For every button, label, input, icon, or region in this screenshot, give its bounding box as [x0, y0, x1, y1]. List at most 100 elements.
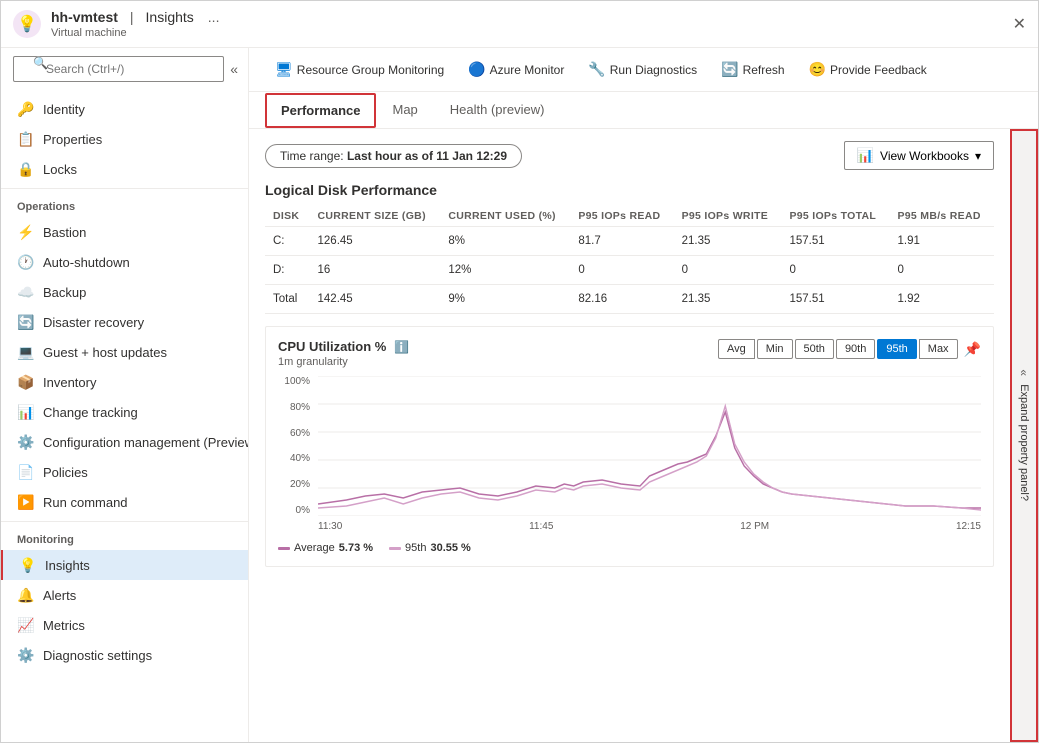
insights-icon: 💡 [19, 556, 37, 574]
sidebar-label-locks: Locks [43, 162, 77, 177]
tab-performance[interactable]: Performance [265, 93, 376, 128]
time-range-label: Time range: [280, 149, 344, 163]
sidebar-item-guest-host[interactable]: 💻 Guest + host updates [1, 337, 248, 367]
sidebar-item-diagnostic-settings[interactable]: ⚙️ Diagnostic settings [1, 640, 248, 670]
refresh-label: Refresh [743, 63, 785, 77]
title-bar: 💡 hh-vmtest | Insights ... Virtual machi… [1, 1, 1038, 48]
identity-icon: 🔑 [17, 100, 35, 118]
col-iops-total: P95 IOPs TOTAL [781, 206, 889, 227]
tab-map[interactable]: Map [376, 92, 433, 129]
tab-map-label: Map [392, 102, 417, 117]
disaster-recovery-icon: 🔄 [17, 313, 35, 331]
search-icon: 🔍 [33, 56, 48, 70]
backup-icon: ☁️ [17, 283, 35, 301]
close-button[interactable]: ✕ [1013, 14, 1026, 34]
provide-feedback-button[interactable]: 😊 Provide Feedback [799, 56, 937, 83]
sidebar-label-properties: Properties [43, 132, 102, 147]
pin-icon[interactable]: 📌 [964, 341, 981, 358]
sidebar-item-properties[interactable]: 📋 Properties [1, 124, 248, 154]
sidebar-item-locks[interactable]: 🔒 Locks [1, 154, 248, 184]
legend-average-label: Average [294, 542, 335, 554]
tab-performance-label: Performance [281, 103, 360, 118]
expand-property-panel-button[interactable]: Expand property panel? « [1010, 129, 1038, 742]
sidebar-label-disaster-recovery: Disaster recovery [43, 315, 144, 330]
disk-section: Logical Disk Performance DISK CURRENT SI… [265, 182, 994, 314]
sidebar-item-alerts[interactable]: 🔔 Alerts [1, 580, 248, 610]
tab-health[interactable]: Health (preview) [434, 92, 561, 129]
section-header-operations: Operations [1, 188, 248, 217]
feedback-label: Provide Feedback [830, 63, 927, 77]
vm-name: hh-vmtest [51, 9, 118, 25]
vm-subtitle: Virtual machine [51, 27, 219, 39]
resource-group-icon: 🖥 [275, 61, 293, 78]
auto-shutdown-icon: 🕐 [17, 253, 35, 271]
toolbar: 🖥 Resource Group Monitoring 🔵 Azure Moni… [249, 48, 1038, 92]
refresh-button[interactable]: 🔄 Refresh [711, 56, 794, 83]
azure-monitor-button[interactable]: 🔵 Azure Monitor [458, 56, 574, 83]
view-workbooks-label: View Workbooks [880, 149, 969, 163]
sidebar-label-run-command: Run command [43, 495, 128, 510]
chart-header: CPU Utilization % ℹ️ 1m granularity Avg … [278, 339, 981, 368]
sidebar-item-config-management[interactable]: ⚙️ Configuration management (Preview) [1, 427, 248, 457]
chart-title: CPU Utilization % ℹ️ [278, 339, 409, 354]
sidebar-item-policies[interactable]: 📄 Policies [1, 457, 248, 487]
sidebar-label-identity: Identity [43, 102, 85, 117]
sidebar-label-policies: Policies [43, 465, 88, 480]
chart-btn-max[interactable]: Max [919, 339, 958, 359]
sidebar-item-identity[interactable]: 🔑 Identity [1, 94, 248, 124]
sidebar-item-change-tracking[interactable]: 📊 Change tracking [1, 397, 248, 427]
chart-btn-avg[interactable]: Avg [718, 339, 755, 359]
chart-btn-90th[interactable]: 90th [836, 339, 875, 359]
legend-95th-dot [389, 547, 401, 550]
page-name: Insights [146, 9, 194, 25]
workbooks-chevron-icon: ▾ [975, 149, 981, 163]
sidebar-search-area: 🔍 « [1, 48, 248, 90]
chart-btn-95th[interactable]: 95th [877, 339, 916, 359]
sidebar-label-config-management: Configuration management (Preview) [43, 435, 248, 450]
run-diagnostics-button[interactable]: 🔧 Run Diagnostics [578, 56, 707, 83]
chart-btn-group: Avg Min 50th 90th 95th Max [718, 339, 958, 359]
resource-group-monitoring-button[interactable]: 🖥 Resource Group Monitoring [265, 56, 454, 83]
disk-table-row: D:1612%0000 [265, 256, 994, 285]
chart-btn-min[interactable]: Min [757, 339, 793, 359]
chart-info-icon[interactable]: ℹ️ [394, 340, 409, 354]
change-tracking-icon: 📊 [17, 403, 35, 421]
expand-panel-label: Expand property panel? [1018, 384, 1030, 501]
sidebar-item-metrics[interactable]: 📈 Metrics [1, 610, 248, 640]
time-range-pill: Time range: Last hour as of 11 Jan 12:29 [265, 144, 522, 168]
sidebar-item-bastion[interactable]: ⚡ Bastion [1, 217, 248, 247]
sidebar-collapse-button[interactable]: « [224, 59, 244, 79]
col-mb-read: P95 MB/s READ [889, 206, 994, 227]
col-iops-read: P95 IOPs READ [570, 206, 673, 227]
cpu-chart-container: CPU Utilization % ℹ️ 1m granularity Avg … [265, 326, 994, 567]
sidebar-item-backup[interactable]: ☁️ Backup [1, 277, 248, 307]
sidebar-label-auto-shutdown: Auto-shutdown [43, 255, 130, 270]
col-disk: DISK [265, 206, 310, 227]
sidebar-item-run-command[interactable]: ▶️ Run command [1, 487, 248, 517]
azure-monitor-label: Azure Monitor [490, 63, 565, 77]
view-workbooks-button[interactable]: 📊 View Workbooks ▾ [844, 141, 994, 170]
run-diagnostics-label: Run Diagnostics [610, 63, 697, 77]
sidebar-item-disaster-recovery[interactable]: 🔄 Disaster recovery [1, 307, 248, 337]
resource-group-label: Resource Group Monitoring [297, 63, 444, 77]
chart-subtitle: 1m granularity [278, 356, 409, 368]
sidebar-item-auto-shutdown[interactable]: 🕐 Auto-shutdown [1, 247, 248, 277]
chart-legend: Average 5.73 % 95th 30.55 % [278, 542, 981, 554]
disk-table-header-row: DISK CURRENT SIZE (GB) CURRENT USED (%) … [265, 206, 994, 227]
sidebar-item-inventory[interactable]: 📦 Inventory [1, 367, 248, 397]
guest-host-icon: 💻 [17, 343, 35, 361]
col-iops-write: P95 IOPs WRITE [674, 206, 782, 227]
sidebar-item-insights[interactable]: 💡 Insights [1, 550, 248, 580]
bastion-icon: ⚡ [17, 223, 35, 241]
tab-health-label: Health (preview) [450, 102, 545, 117]
sidebar-label-alerts: Alerts [43, 588, 76, 603]
disk-performance-table: DISK CURRENT SIZE (GB) CURRENT USED (%) … [265, 206, 994, 314]
workbooks-icon: 📊 [857, 147, 874, 164]
legend-95th: 95th 30.55 % [389, 542, 471, 554]
sidebar-label-diagnostic-settings: Diagnostic settings [43, 648, 152, 663]
time-range-value: Last hour as of 11 Jan 12:29 [347, 149, 507, 163]
chart-btn-50th[interactable]: 50th [795, 339, 834, 359]
refresh-icon: 🔄 [721, 61, 738, 78]
locks-icon: 🔒 [17, 160, 35, 178]
content-area: 🖥 Resource Group Monitoring 🔵 Azure Moni… [249, 48, 1038, 742]
